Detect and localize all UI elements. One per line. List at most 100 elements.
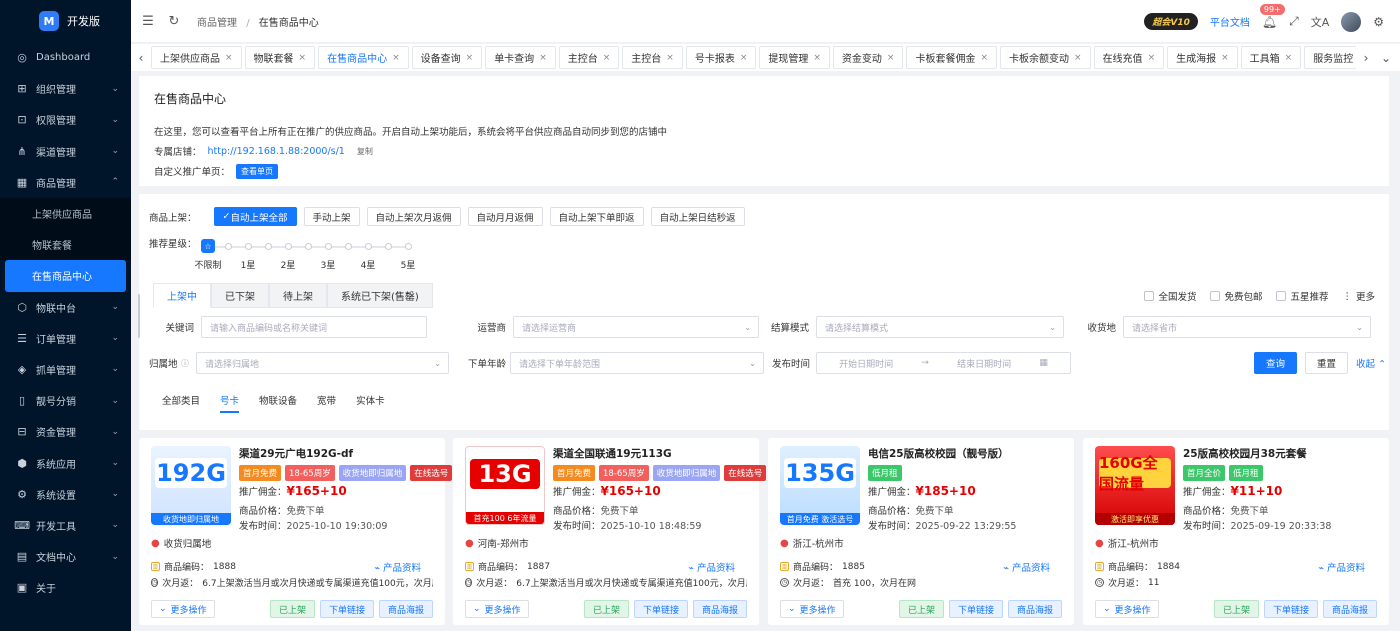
age-select[interactable]: 请选择下单年龄范围 ⌄ <box>510 352 764 374</box>
sidebar-item[interactable]: ⚙ 系统设置 ⌄ <box>0 479 131 510</box>
sidebar-subitem[interactable]: 在售商品中心 <box>5 260 126 292</box>
product-info-link[interactable]: ⌁ 产品资料 <box>1003 560 1050 574</box>
slider-dot[interactable] <box>285 243 292 250</box>
tab-item[interactable]: 物联套餐 × <box>244 46 316 69</box>
store-url-link[interactable]: http://192.168.1.88:2000/s/1 <box>208 146 345 157</box>
tab-item[interactable]: 卡板余额变动 × <box>1000 46 1091 69</box>
tab-item[interactable]: 号卡报表 × <box>685 46 757 69</box>
slider-dot[interactable] <box>225 243 232 250</box>
view-page-button[interactable]: 查看单页 <box>236 163 279 179</box>
slider-dot[interactable] <box>265 243 272 250</box>
tab-item[interactable]: 资金变动 × <box>832 46 904 69</box>
more-actions-button[interactable]: ⌄ 更多操作 <box>780 600 844 618</box>
star-slider[interactable]: ☆ 不限制 1星 2星 3星 4星 5星 <box>194 239 418 276</box>
menu-fold-icon[interactable]: ☰ <box>135 14 161 29</box>
ship-select[interactable]: 请选择省市 ⌄ <box>1123 316 1371 338</box>
listed-button[interactable]: 已上架 <box>583 600 629 618</box>
order-link-button[interactable]: 下单链接 <box>1263 600 1318 618</box>
sidebar-subitem[interactable]: 物联套餐 <box>0 229 131 261</box>
reset-button[interactable]: 重置 <box>1305 352 1349 374</box>
shelf-option-chip[interactable]: ✓ 自动上架全部 <box>213 207 297 226</box>
product-thumbnail[interactable]: 160G全国流量 激活即享优惠 <box>1095 446 1175 525</box>
sidebar-item[interactable]: ▣ 关于 <box>0 572 131 603</box>
close-icon[interactable]: × <box>603 53 611 63</box>
tab-item[interactable]: 单卡查询 × <box>485 46 556 69</box>
poster-button[interactable]: 商品海报 <box>1322 600 1377 618</box>
sidebar-item[interactable]: ◎ Dashboard <box>0 42 131 73</box>
slider-dot[interactable] <box>385 243 392 250</box>
translate-icon[interactable]: 文A <box>1311 14 1330 30</box>
close-icon[interactable]: × <box>813 53 821 63</box>
sidebar-item[interactable]: ▦ 商品管理 ⌃ <box>0 167 131 198</box>
poster-button[interactable]: 商品海报 <box>692 600 747 618</box>
tab-item[interactable]: 提现管理 × <box>759 46 830 69</box>
filter-checkbox[interactable]: 免费包邮 <box>1210 289 1262 303</box>
close-icon[interactable]: × <box>466 53 474 63</box>
date-range-input[interactable]: 开始日期时间 → 结束日期时间 ▦ <box>816 352 1071 374</box>
settle-select[interactable]: 请选择结算模式 ⌄ <box>816 316 1064 338</box>
help-icon[interactable]: ⓘ <box>181 358 189 369</box>
tab-item[interactable]: 主控台 × <box>622 46 683 69</box>
shelf-option-chip[interactable]: 自动月月返佣 <box>467 207 543 226</box>
close-icon[interactable]: × <box>1221 53 1229 63</box>
close-icon[interactable]: × <box>225 53 233 63</box>
listed-button[interactable]: 已上架 <box>898 600 944 618</box>
product-info-link[interactable]: ⌁ 产品资料 <box>374 560 421 574</box>
keyword-input[interactable]: 请输入商品编码或名称关键词 <box>201 316 427 338</box>
vip-badge[interactable]: 超会V10 <box>1144 13 1198 30</box>
status-tab[interactable]: 系统已下架(售罄) <box>327 283 433 308</box>
close-icon[interactable]: × <box>299 53 307 63</box>
more-actions-button[interactable]: ⌄ 更多操作 <box>465 600 529 618</box>
order-link-button[interactable]: 下单链接 <box>948 600 1003 618</box>
status-tab[interactable]: 待上架 <box>269 283 327 308</box>
breadcrumb-item[interactable]: 商品管理 <box>197 18 237 29</box>
logo[interactable]: M 开发版 <box>0 0 131 42</box>
category-tab[interactable]: 物联设备 <box>259 393 297 411</box>
product-title[interactable]: 25版高校校园月38元套餐 <box>1183 446 1307 461</box>
more-filters[interactable]: ⋮ 更多 <box>1342 289 1375 304</box>
refresh-icon[interactable]: ↻ <box>161 14 187 29</box>
operator-select[interactable]: 请选择运营商 ⌄ <box>513 316 759 338</box>
tab-item[interactable]: 上架供应商品 × <box>151 46 242 69</box>
product-title[interactable]: 渠道全国联通19元113G <box>553 446 672 461</box>
tab-item[interactable]: 服务监控× <box>1304 46 1356 69</box>
tab-item[interactable]: 主控台 × <box>558 46 620 69</box>
status-tab[interactable]: 已下架 <box>211 283 269 308</box>
tab-item[interactable]: 工具箱 × <box>1240 46 1302 69</box>
category-tab[interactable]: 全部类目 <box>162 393 200 411</box>
close-icon[interactable]: × <box>1148 53 1156 63</box>
tab-item[interactable]: 在售商品中心 × <box>318 46 409 69</box>
order-link-button[interactable]: 下单链接 <box>319 600 374 618</box>
product-thumbnail[interactable]: 135G 首月免费 激活选号 <box>780 446 860 525</box>
sidebar-subitem[interactable]: 上架供应商品 <box>0 197 131 230</box>
more-actions-button[interactable]: ⌄ 更多操作 <box>1095 600 1159 618</box>
shelf-option-chip[interactable]: 自动上架下单即返 <box>549 207 644 226</box>
slider-dot[interactable] <box>365 243 372 250</box>
slider-dot[interactable] <box>405 243 412 250</box>
scrollbar[interactable] <box>138 294 140 338</box>
fullscreen-icon[interactable]: ⤢ <box>1289 14 1299 29</box>
search-button[interactable]: 查询 <box>1254 352 1298 374</box>
poster-button[interactable]: 商品海报 <box>1007 600 1062 618</box>
bell-icon[interactable]: 🔔︎ 99+ <box>1259 3 1285 29</box>
sidebar-item[interactable]: ⋔ 渠道管理 ⌄ <box>0 136 131 167</box>
sidebar-item[interactable]: ☰ 订单管理 ⌄ <box>0 323 131 354</box>
category-tab[interactable]: 号卡 <box>220 393 240 413</box>
copy-button[interactable]: 复制 <box>357 146 373 157</box>
more-actions-button[interactable]: ⌄ 更多操作 <box>151 600 215 618</box>
shelf-option-chip[interactable]: 自动上架次月返佣 <box>366 207 461 226</box>
shelf-option-chip[interactable]: 手动上架 <box>303 207 360 226</box>
slider-dot[interactable] <box>305 243 312 250</box>
product-info-link[interactable]: ⌁ 产品资料 <box>688 560 735 574</box>
close-icon[interactable]: × <box>980 53 988 63</box>
sidebar-item[interactable]: ⬢ 系统应用 ⌄ <box>0 447 131 478</box>
sidebar-item[interactable]: ⊡ 权限管理 ⌄ <box>0 104 131 135</box>
close-icon[interactable]: × <box>1285 53 1293 63</box>
gear-icon[interactable]: ⚙ <box>1373 15 1384 29</box>
tab-item[interactable]: 生成海报 × <box>1167 46 1238 69</box>
sidebar-item[interactable]: ⊟ 资金管理 ⌄ <box>0 416 131 447</box>
status-tab[interactable]: 上架中 <box>153 283 211 308</box>
slider-dot[interactable] <box>325 243 332 250</box>
product-info-link[interactable]: ⌁ 产品资料 <box>1318 560 1365 574</box>
docs-link[interactable]: 平台文档 <box>1210 14 1250 29</box>
